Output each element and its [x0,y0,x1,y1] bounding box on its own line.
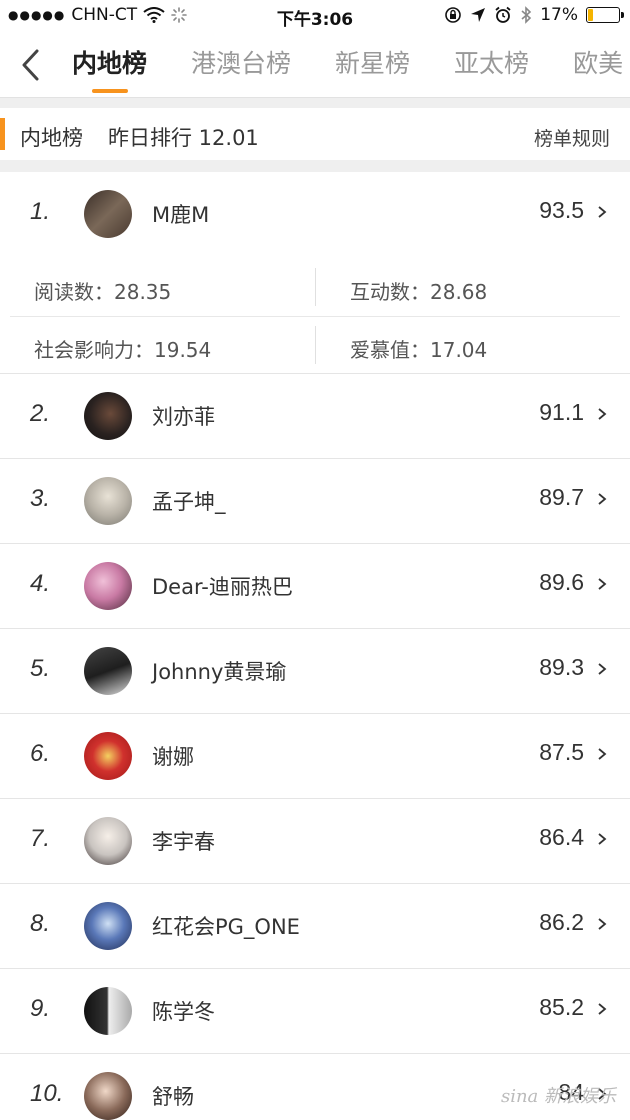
ranking-row[interactable]: 8. 红花会PG_ONE 86.2 [0,884,630,969]
tab-new-stars[interactable]: 新星榜 [335,46,410,86]
celebrity-name: 陈学冬 [152,1000,215,1024]
tab-hk-macao-taiwan[interactable]: 港澳台榜 [191,46,291,86]
section-accent-bar [0,118,5,150]
bluetooth-icon [521,6,532,24]
divider-gap [0,98,630,108]
battery-icon [586,7,624,23]
rank-number: 1. [30,198,51,225]
ranking-row[interactable]: 6. 谢娜 87.5 [0,714,630,799]
rank-number: 8. [30,910,51,937]
active-tab-indicator [92,89,128,93]
battery-percent: 17% [540,5,578,25]
score: 86.2 [539,909,584,935]
avatar [84,902,132,950]
chevron-right-icon [598,918,607,930]
battery-level [588,9,593,21]
status-bar: ●●●●● CHN-CT 下午3:06 17% [0,0,630,32]
ranking-rules-link[interactable]: 榜单规则 [534,124,610,151]
score: 93.5 [539,197,584,223]
chevron-right-icon [598,748,607,760]
chevron-right-icon [598,663,607,675]
divider-gap [0,160,630,172]
rank-number: 10. [30,1080,64,1107]
tab-label: 内地榜 [72,49,148,78]
score: 87.5 [539,739,584,765]
avatar [84,190,132,238]
tab-label: 欧美 [573,49,624,78]
celebrity-name: 红花会PG_ONE [152,915,300,939]
status-right: 17% [444,5,624,25]
celebrity-name: Dear-迪丽热巴 [152,575,293,599]
score: 89.6 [539,569,584,595]
avatar [84,732,132,780]
score: 85.2 [539,994,584,1020]
rank-number: 6. [30,740,51,767]
celebrity-name: 李宇春 [152,830,215,854]
avatar [84,392,132,440]
celebrity-name: 孟子坤_ [152,490,226,514]
section-date: 昨日排行 12.01 [108,126,259,150]
score: 89.7 [539,484,584,510]
chevron-right-icon [598,833,607,845]
sina-entertainment-watermark: sina 新浪娱乐 [500,1086,616,1107]
stat-divider [315,268,316,306]
avatar [84,817,132,865]
chevron-right-icon [598,493,607,505]
celebrity-name: M鹿M [152,203,210,227]
back-chevron-icon[interactable] [14,46,48,84]
stat-divider [10,316,620,317]
read-count: 阅读数：28.35 [34,280,172,304]
rank-number: 5. [30,655,51,682]
tab-label: 新星榜 [335,49,411,78]
celebrity-name: 谢娜 [152,745,194,769]
section-title: 内地榜 [20,126,83,150]
ranking-row[interactable]: 1. M鹿M 93.5 [0,172,630,258]
tab-label: 港澳台榜 [191,49,292,78]
score: 89.3 [539,654,584,680]
social-influence: 社会影响力：19.54 [34,338,212,362]
ranking-row[interactable]: 4. Dear-迪丽热巴 89.6 [0,544,630,629]
location-arrow-icon [471,8,486,22]
chevron-right-icon [598,206,607,218]
rotation-lock-icon [445,7,462,23]
rank-number: 2. [30,400,51,427]
score: 86.4 [539,824,584,850]
ranking-row[interactable]: 2. 刘亦菲 91.1 [0,374,630,459]
avatar [84,1072,132,1120]
score: 91.1 [539,399,584,425]
celebrity-name: 舒畅 [152,1085,194,1109]
celebrity-name: Johnny黄景瑜 [152,660,287,684]
ranking-row[interactable]: 3. 孟子坤_ 89.7 [0,459,630,544]
chevron-right-icon [598,408,607,420]
chevron-right-icon [598,578,607,590]
rank-number: 9. [30,995,51,1022]
tab-asia-pacific[interactable]: 亚太榜 [454,46,529,86]
section-header: 内地榜 昨日排行 12.01 榜单规则 [0,108,630,160]
avatar [84,987,132,1035]
alarm-clock-icon [495,6,511,23]
tab-mainland[interactable]: 内地榜 [72,46,148,93]
rank-number: 3. [30,485,51,512]
celebrity-name: 刘亦菲 [152,405,215,429]
tab-europe-america[interactable]: 欧美 [573,46,623,86]
rank-number: 7. [30,825,51,852]
top-ranking-stats: 阅读数：28.35 互动数：28.68 社会影响力：19.54 爱慕值：17.0… [0,258,630,374]
ranking-row[interactable]: 7. 李宇春 86.4 [0,799,630,884]
interaction-count: 互动数：28.68 [350,280,488,304]
ranking-row[interactable]: 9. 陈学冬 85.2 [0,969,630,1054]
avatar [84,477,132,525]
tab-label: 亚太榜 [454,49,530,78]
stat-divider [315,326,316,364]
tab-list: 内地榜 港澳台榜 新星榜 亚太榜 欧美 [72,46,623,93]
avatar [84,647,132,695]
rank-number: 4. [30,570,51,597]
love-value: 爱慕值：17.04 [350,338,488,362]
ranking-tab-bar: 内地榜 港澳台榜 新星榜 亚太榜 欧美 [0,32,630,98]
ranking-row[interactable]: 5. Johnny黄景瑜 89.3 [0,629,630,714]
avatar [84,562,132,610]
chevron-right-icon [598,1003,607,1015]
